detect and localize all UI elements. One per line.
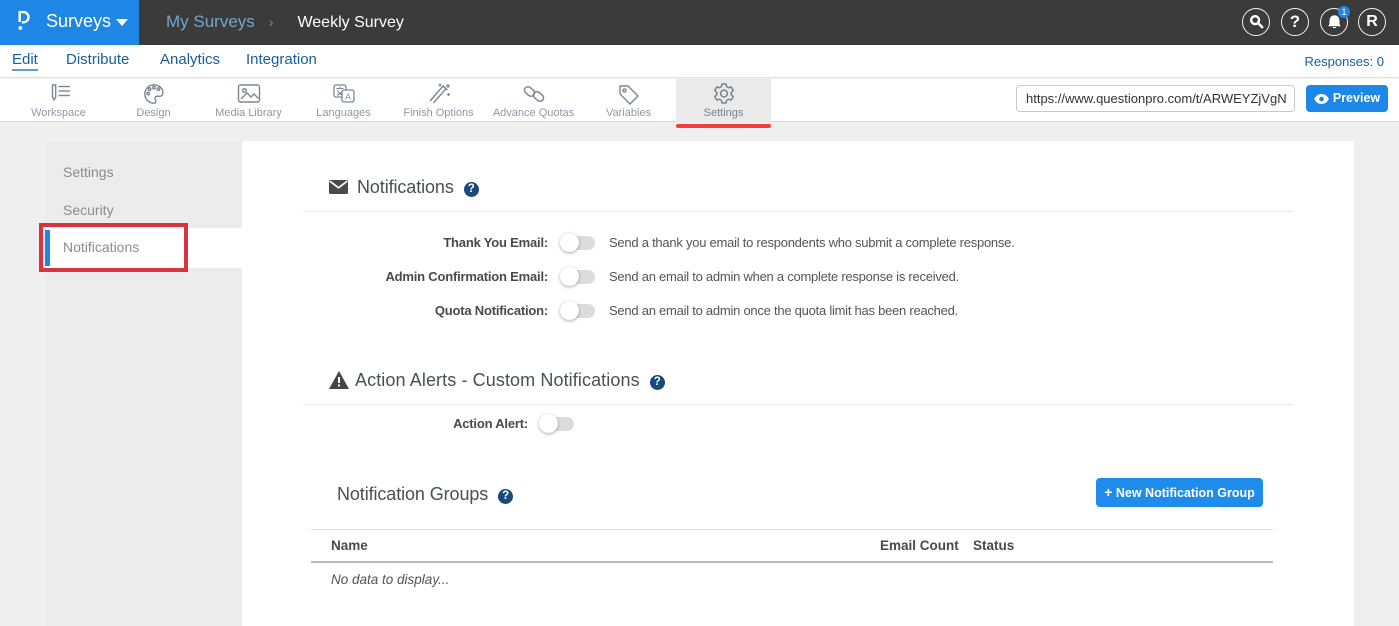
svg-text:A: A: [345, 92, 351, 102]
